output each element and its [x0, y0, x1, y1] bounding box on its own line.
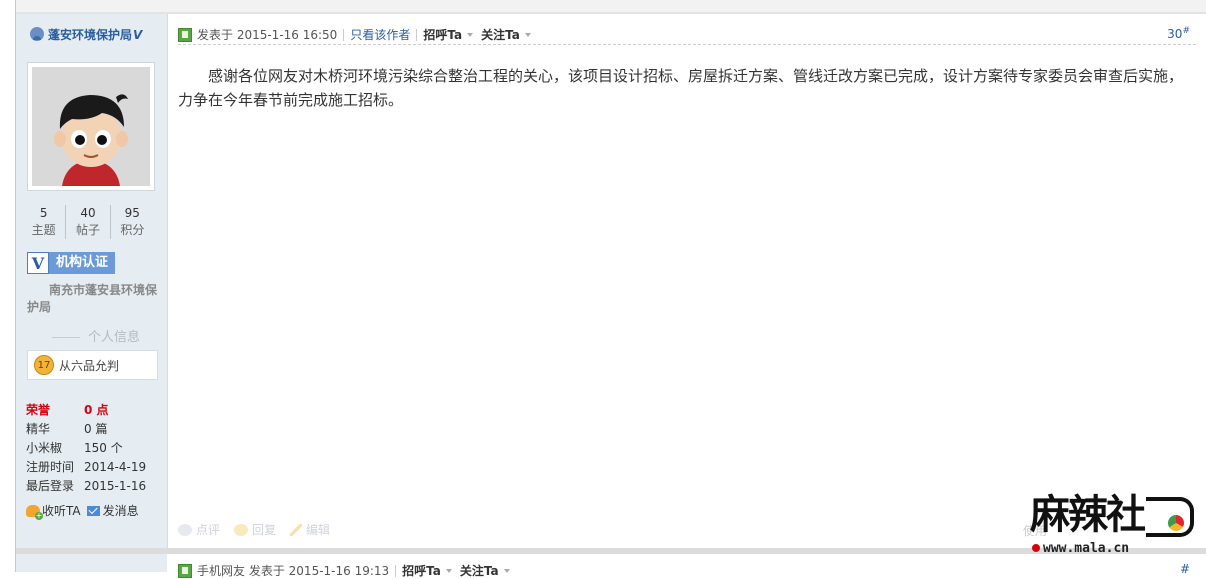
comment-button[interactable]: 点评: [178, 521, 220, 538]
verified-v-icon: V: [27, 252, 49, 274]
floor-hash: #: [1182, 26, 1190, 36]
online-user-icon: [30, 27, 44, 41]
stat-value: 95: [124, 206, 140, 220]
floor-number-link[interactable]: 30#: [1167, 26, 1190, 41]
divider: [416, 28, 418, 41]
attr-key: 精华: [26, 422, 51, 436]
chevron-down-icon[interactable]: [467, 32, 474, 37]
attr-last-login: 最后登录 2015-1-16: [26, 477, 146, 496]
attr-value: 150 个: [84, 441, 123, 455]
attr-value: 2015-1-16: [84, 479, 147, 493]
divider: [395, 564, 397, 577]
watermark-brand: 麻辣社: [1030, 491, 1146, 538]
attr-digest: 精华 0 篇: [26, 420, 146, 439]
rank-title: 从六品允判: [59, 358, 120, 373]
comment-label: 点评: [196, 523, 221, 537]
stat-posts[interactable]: 40 帖子: [66, 205, 111, 239]
edit-label: 编辑: [306, 523, 331, 537]
send-message-label: 发消息: [102, 504, 139, 518]
site-watermark-logo: 麻辣社 www.mala.cn: [1028, 493, 1200, 569]
floor-number: 30: [1167, 27, 1183, 41]
author-name-link[interactable]: 蓬安环境保护局V: [30, 26, 142, 43]
reply-button[interactable]: 回复: [234, 521, 276, 538]
top-divider: [16, 0, 1206, 14]
watermark-url-text: www.mala.cn: [1043, 541, 1130, 556]
follow-icon: [26, 504, 43, 520]
attr-key: 小米椒: [26, 441, 63, 455]
post-status-icon: [178, 563, 192, 578]
post-footer-actions: 点评 回复 编辑: [178, 521, 578, 538]
author-actions: 收听TA 发消息: [26, 502, 145, 520]
stat-threads[interactable]: 5 主题: [22, 205, 67, 239]
next-author-sidebar: [16, 554, 167, 572]
reply-label: 回复: [252, 523, 277, 537]
watermark-dot-icon: [1032, 544, 1040, 552]
stat-value: 40: [80, 206, 96, 220]
divider: [343, 28, 345, 41]
send-message-button[interactable]: 发消息: [86, 502, 139, 519]
mail-icon: [86, 505, 100, 516]
stat-label: 主题: [31, 223, 56, 237]
verified-v-icon: V: [133, 28, 143, 42]
stat-label: 积分: [120, 223, 145, 237]
attr-key: 最后登录: [26, 479, 75, 493]
post-time: 发表于 2015-1-16 16:50: [197, 28, 338, 42]
author-name[interactable]: 蓬安环境保护局: [48, 28, 132, 42]
pencil-icon: [290, 523, 303, 536]
avatar[interactable]: [27, 62, 155, 191]
attr-key: 注册时间: [26, 460, 75, 474]
stat-points[interactable]: 95 积分: [111, 205, 154, 239]
next-post-time: 发表于 2015-1-16 19:13: [248, 564, 390, 578]
reply-icon: [234, 523, 249, 536]
post-meta: 发表于 2015-1-16 16:50 只看该作者 招呼Ta 关注Ta 30#: [178, 24, 1196, 45]
attr-value: 0 篇: [84, 422, 108, 436]
institution-verified-badge[interactable]: V 机构认证: [27, 252, 116, 274]
attr-honor: 荣誉 0 点: [26, 401, 146, 420]
attr-key: 荣誉: [26, 403, 51, 417]
comment-icon: [178, 523, 192, 536]
avatar-image: [32, 67, 150, 186]
author-stats: 5 主题 40 帖子 95 积分: [22, 205, 154, 239]
follow-label: 收听TA: [42, 504, 81, 518]
post-body: 发表于 2015-1-16 16:50 只看该作者 招呼Ta 关注Ta 30# …: [168, 14, 1206, 548]
verify-label: 机构认证: [49, 252, 116, 274]
follow-ta-button[interactable]: 关注Ta: [460, 562, 499, 579]
attr-pepper: 小米椒 150 个: [26, 439, 146, 458]
edit-button[interactable]: 编辑: [290, 521, 330, 538]
next-post-author[interactable]: 手机网友: [197, 562, 245, 579]
greet-button[interactable]: 招呼Ta: [402, 562, 441, 579]
author-sidebar: 蓬安环境保护局V 5 主题 40 帖子 95 积分 V 机构认证 南充市蓬安县环…: [16, 14, 168, 548]
watermark-color-accent-icon: [1168, 515, 1184, 531]
attr-value: 2014-4-19: [84, 460, 147, 474]
attr-value: 0 点: [84, 403, 109, 417]
only-author-link[interactable]: 只看该作者: [350, 26, 410, 43]
post-status-icon: [178, 27, 192, 42]
next-post-meta: 手机网友 发表于 2015-1-16 19:13 招呼Ta 关注Ta: [178, 562, 518, 579]
cartoon-avatar-icon: [32, 67, 150, 186]
attr-register-date: 注册时间 2014-4-19: [26, 458, 146, 477]
post-content: 感谢各位网友对木桥河环境污染综合整治工程的关心，该项目设计招标、房屋拆迁方案、管…: [178, 67, 1184, 109]
stat-label: 帖子: [75, 223, 100, 237]
chevron-down-icon[interactable]: [524, 32, 531, 37]
organization-name: 南充市蓬安县环境保护局: [27, 283, 158, 314]
user-rank: 17 从六品允判: [27, 350, 158, 380]
stat-value: 5: [39, 206, 48, 220]
follow-ta-button[interactable]: 关注Ta: [481, 26, 520, 43]
watermark-url: www.mala.cn: [1032, 541, 1129, 556]
forum-thread: 蓬安环境保护局V 5 主题 40 帖子 95 积分 V 机构认证 南充市蓬安县环…: [15, 0, 1206, 578]
greet-button[interactable]: 招呼Ta: [423, 26, 462, 43]
author-attributes: 荣誉 0 点 精华 0 篇 小米椒 150 个 注册时间 2014-4-19 最…: [26, 401, 146, 496]
follow-button[interactable]: 收听TA: [26, 502, 81, 520]
rank-level-icon: 17: [34, 355, 54, 375]
